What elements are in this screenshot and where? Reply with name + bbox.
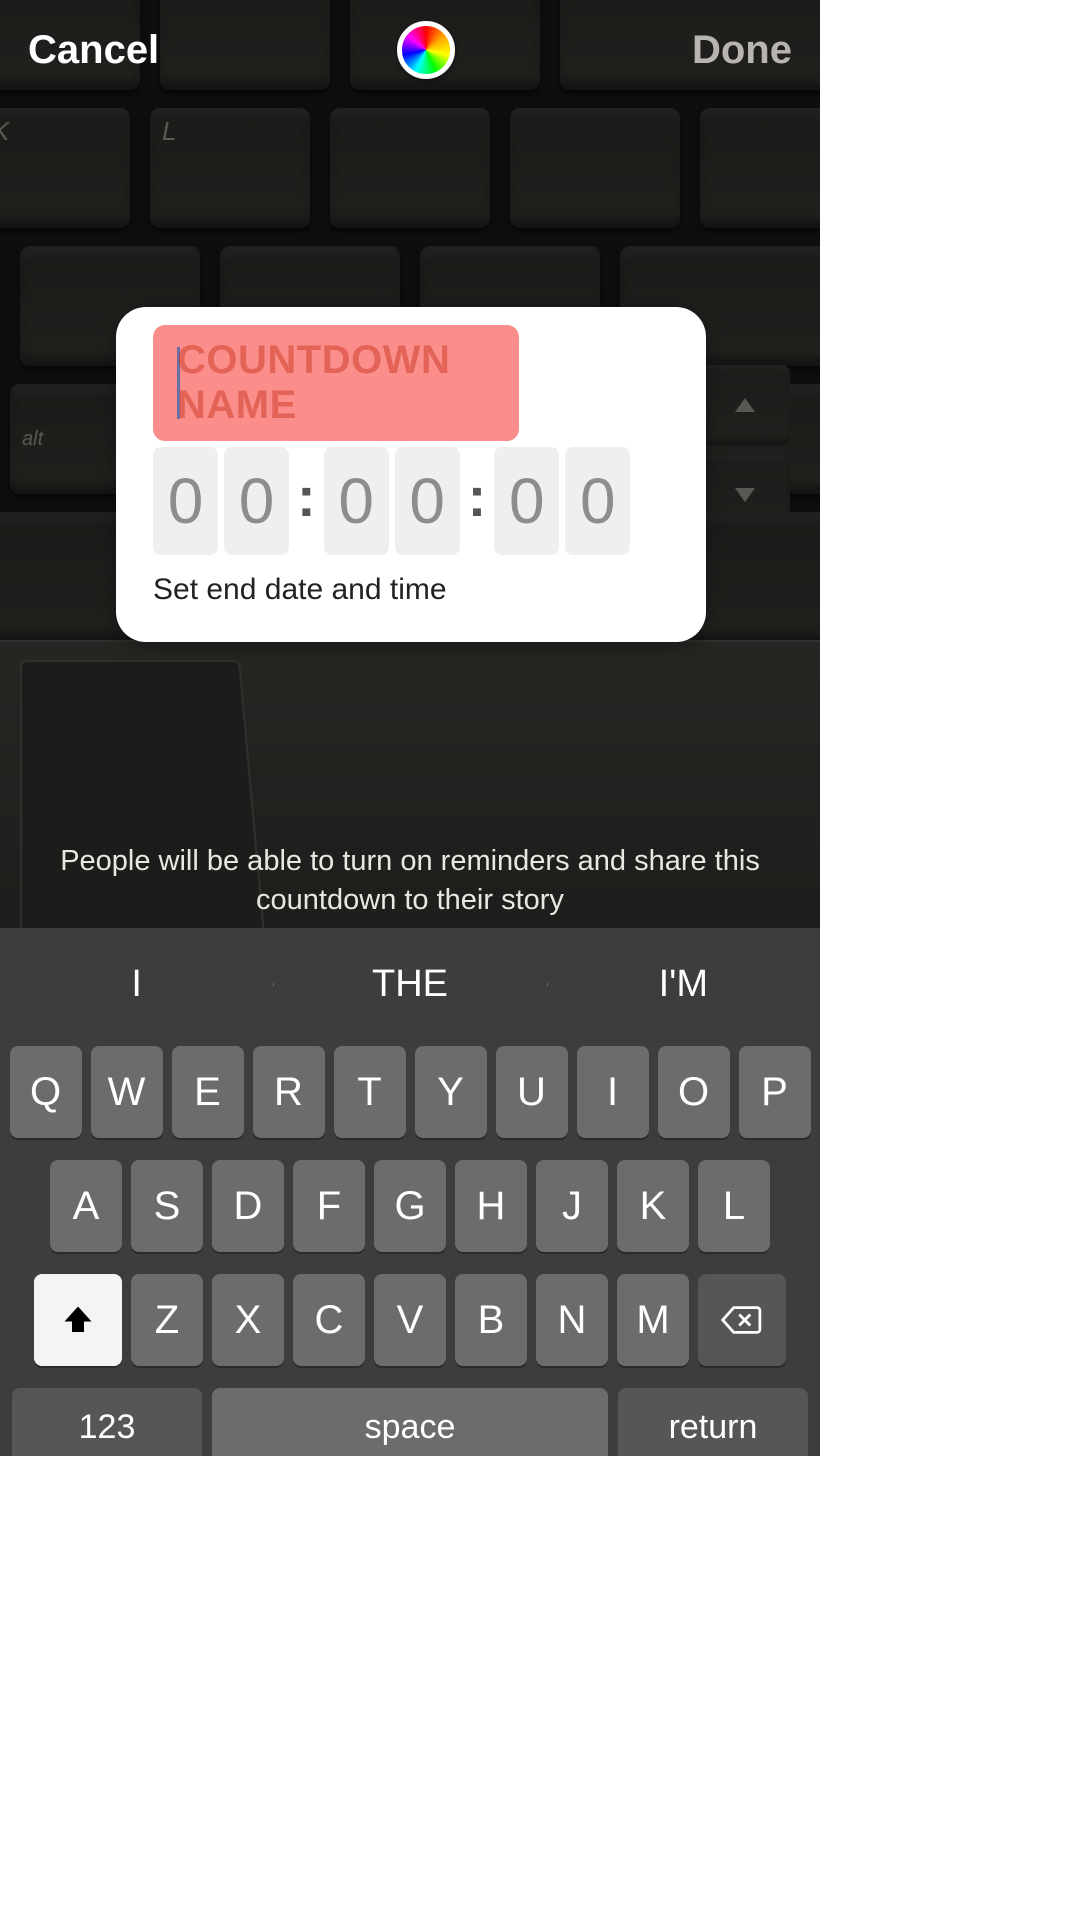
- helper-text: People will be able to turn on reminders…: [0, 842, 820, 920]
- key-u[interactable]: U: [496, 1046, 568, 1138]
- countdown-digit: 0: [494, 447, 559, 555]
- key-f[interactable]: F: [293, 1160, 365, 1252]
- keyboard-row-bottom: 123 space return: [4, 1388, 816, 1456]
- key-p[interactable]: P: [739, 1046, 811, 1138]
- key-v[interactable]: V: [374, 1274, 446, 1366]
- keyboard-row-3: Z X C V B N M: [4, 1274, 816, 1366]
- top-bar: Cancel Done: [0, 0, 820, 100]
- keyboard-suggestion[interactable]: THE: [273, 963, 546, 1006]
- key-shift[interactable]: [34, 1274, 122, 1366]
- countdown-digit: 0: [224, 447, 289, 555]
- keyboard-suggestion-bar: I THE I'M: [0, 928, 820, 1040]
- countdown-digit: 0: [565, 447, 630, 555]
- set-end-date-label[interactable]: Set end date and time: [153, 573, 674, 607]
- countdown-name-placeholder: COUNTDOWN NAME: [177, 338, 519, 428]
- ios-keyboard: I THE I'M Q W E R T Y U I O P A S D F: [0, 928, 820, 1456]
- key-h[interactable]: H: [455, 1160, 527, 1252]
- countdown-digit: 0: [153, 447, 218, 555]
- key-d[interactable]: D: [212, 1160, 284, 1252]
- countdown-sticker-card: COUNTDOWN NAME 0 0 : 0 0 : 0 0 Set end d…: [116, 307, 706, 642]
- key-x[interactable]: X: [212, 1274, 284, 1366]
- keyboard-suggestion[interactable]: I'M: [547, 963, 820, 1006]
- keyboard-row-1: Q W E R T Y U I O P: [4, 1046, 816, 1138]
- key-return[interactable]: return: [618, 1388, 808, 1456]
- backspace-icon: [720, 1303, 764, 1337]
- color-picker-button[interactable]: [397, 21, 455, 79]
- shift-icon: [60, 1302, 96, 1338]
- key-n[interactable]: N: [536, 1274, 608, 1366]
- cancel-button[interactable]: Cancel: [28, 28, 159, 73]
- key-z[interactable]: Z: [131, 1274, 203, 1366]
- key-o[interactable]: O: [658, 1046, 730, 1138]
- countdown-digit: 0: [395, 447, 460, 555]
- key-m[interactable]: M: [617, 1274, 689, 1366]
- countdown-name-input[interactable]: COUNTDOWN NAME: [153, 325, 519, 441]
- key-c[interactable]: C: [293, 1274, 365, 1366]
- key-l[interactable]: L: [698, 1160, 770, 1252]
- key-numeric-toggle[interactable]: 123: [12, 1388, 202, 1456]
- keyboard-suggestion[interactable]: I: [0, 963, 273, 1006]
- key-backspace[interactable]: [698, 1274, 786, 1366]
- countdown-timer-display[interactable]: 0 0 : 0 0 : 0 0: [153, 447, 674, 555]
- keyboard-row-2: A S D F G H J K L: [4, 1160, 816, 1252]
- key-k[interactable]: K: [617, 1160, 689, 1252]
- key-y[interactable]: Y: [415, 1046, 487, 1138]
- key-j[interactable]: J: [536, 1160, 608, 1252]
- done-button[interactable]: Done: [692, 28, 792, 73]
- key-a[interactable]: A: [50, 1160, 122, 1252]
- key-s[interactable]: S: [131, 1160, 203, 1252]
- key-w[interactable]: W: [91, 1046, 163, 1138]
- key-space[interactable]: space: [212, 1388, 608, 1456]
- colon-separator: :: [295, 464, 318, 539]
- key-b[interactable]: B: [455, 1274, 527, 1366]
- countdown-digit: 0: [324, 447, 389, 555]
- key-g[interactable]: G: [374, 1160, 446, 1252]
- key-q[interactable]: Q: [10, 1046, 82, 1138]
- key-r[interactable]: R: [253, 1046, 325, 1138]
- key-e[interactable]: E: [172, 1046, 244, 1138]
- key-t[interactable]: T: [334, 1046, 406, 1138]
- key-i[interactable]: I: [577, 1046, 649, 1138]
- colon-separator: :: [466, 464, 489, 539]
- story-countdown-editor: K L alt Cancel Done COUNTDOWN NAME 0 0 :: [0, 0, 820, 1456]
